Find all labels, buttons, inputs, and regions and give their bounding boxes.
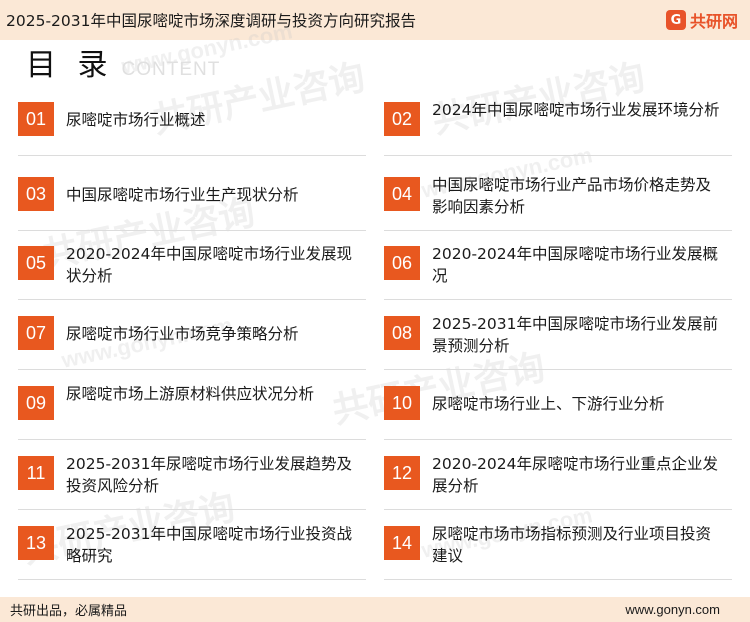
toc-item-07[interactable]: 07 尿嘧啶市场行业市场竞争策略分析 [18,312,366,370]
toc-label: 2020-2024年中国尿嘧啶市场行业发展概况 [432,245,718,285]
toc-item-01[interactable]: 01 尿嘧啶市场行业概述 [18,98,366,156]
toc-label: 尿嘧啶市场市场指标预测及行业项目投资建议 [432,525,712,565]
toc-number: 13 [18,526,54,560]
toc-number: 09 [18,386,54,420]
toc-label: 中国尿嘧啶市场行业生产现状分析 [66,186,299,204]
toc-item-10[interactable]: 10 尿嘧啶市场行业上、下游行业分析 [384,382,732,440]
toc-label: 尿嘧啶市场行业概述 [66,111,206,129]
report-title: 2025-2031年中国尿嘧啶市场深度调研与投资方向研究报告 [6,12,416,30]
toc-heading-subtitle: CONTENT [121,59,221,80]
toc-heading: 目 录 CONTENT [26,46,220,86]
toc-item-13[interactable]: 13 2025-2031年中国尿嘧啶市场行业投资战略研究 [18,522,366,580]
toc-item-04[interactable]: 04 中国尿嘧啶市场行业产品市场价格走势及影响因素分析 [384,173,732,231]
toc-heading-title: 目 录 [26,48,114,83]
toc-item-14[interactable]: 14 尿嘧啶市场市场指标预测及行业项目投资建议 [384,522,732,580]
toc-item-03[interactable]: 03 中国尿嘧啶市场行业生产现状分析 [18,173,366,231]
toc-label: 2025-2031年尿嘧啶市场行业发展趋势及投资风险分析 [66,455,352,495]
header-bar: 2025-2031年中国尿嘧啶市场深度调研与投资方向研究报告 G 共研网 [0,0,750,40]
toc-label: 2024年中国尿嘧啶市场行业发展环境分析 [432,101,720,119]
footer-slogan: 共研出品，必属精品 [10,604,128,619]
footer-website-link[interactable]: www.gonyn.com [625,602,720,617]
toc-number: 03 [18,177,54,211]
toc-label: 2025-2031年中国尿嘧啶市场行业发展前景预测分析 [432,315,718,355]
toc-number: 06 [384,246,420,280]
toc-item-09[interactable]: 09 尿嘧啶市场上游原材料供应状况分析 [18,382,366,440]
toc-item-12[interactable]: 12 2020-2024年尿嘧啶市场行业重点企业发展分析 [384,452,732,510]
toc-number: 02 [384,102,420,136]
toc-item-06[interactable]: 06 2020-2024年中国尿嘧啶市场行业发展概况 [384,242,732,300]
toc-label: 尿嘧啶市场上游原材料供应状况分析 [66,385,315,403]
toc-item-08[interactable]: 08 2025-2031年中国尿嘧啶市场行业发展前景预测分析 [384,312,732,370]
brand-name: 共研网 [689,12,738,31]
toc-number: 12 [384,456,420,490]
toc-number: 04 [384,177,420,211]
toc-label: 2020-2024年尿嘧啶市场行业重点企业发展分析 [432,455,718,495]
brand-mark-icon: G [665,10,686,30]
toc-number: 07 [18,316,54,350]
toc-label: 尿嘧啶市场行业上、下游行业分析 [432,395,665,413]
toc-number: 11 [18,456,54,490]
footer-bar: 共研出品，必属精品 www.gonyn.com [0,597,750,622]
toc-number: 08 [384,316,420,350]
toc-item-05[interactable]: 05 2020-2024年中国尿嘧啶市场行业发展现状分析 [18,242,366,300]
toc-number: 05 [18,246,54,280]
toc-label: 2020-2024年中国尿嘧啶市场行业发展现状分析 [66,245,352,285]
toc-label: 2025-2031年中国尿嘧啶市场行业投资战略研究 [66,525,352,565]
toc-number: 10 [384,386,420,420]
brand-logo[interactable]: G 共研网 [665,8,738,32]
toc-item-02[interactable]: 02 2024年中国尿嘧啶市场行业发展环境分析 [384,98,732,156]
toc-number: 14 [384,526,420,560]
toc-number: 01 [18,102,54,136]
toc-item-11[interactable]: 11 2025-2031年尿嘧啶市场行业发展趋势及投资风险分析 [18,452,366,510]
toc-label: 中国尿嘧啶市场行业产品市场价格走势及影响因素分析 [432,176,712,216]
toc-label: 尿嘧啶市场行业市场竞争策略分析 [66,325,299,343]
